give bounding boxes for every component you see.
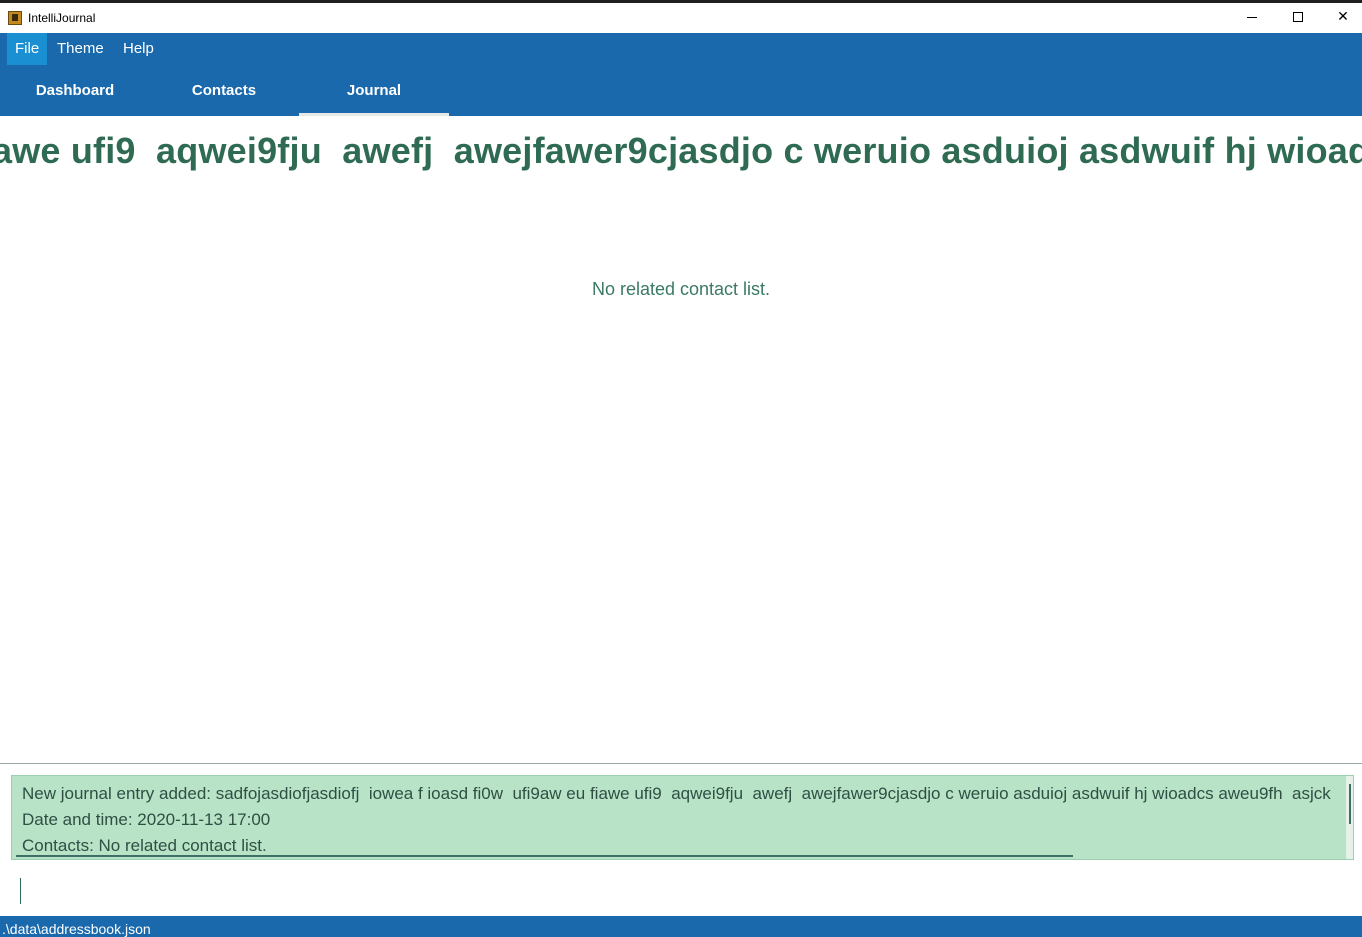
close-button[interactable]: ✕ bbox=[1320, 3, 1362, 33]
command-box[interactable] bbox=[0, 866, 1362, 916]
close-icon: ✕ bbox=[1337, 9, 1349, 25]
menu-theme[interactable]: Theme bbox=[49, 33, 112, 65]
maximize-icon bbox=[1293, 12, 1303, 22]
window-title: IntelliJournal bbox=[28, 11, 96, 25]
menu-bar: File Theme Help bbox=[0, 33, 1362, 67]
menu-help[interactable]: Help bbox=[115, 33, 162, 65]
result-line-datetime: Date and time: 2020-11-13 17:00 bbox=[22, 810, 271, 829]
tab-dashboard[interactable]: Dashboard bbox=[0, 67, 150, 116]
app-icon bbox=[8, 11, 22, 25]
menu-file[interactable]: File bbox=[7, 33, 48, 65]
result-line-entry: New journal entry added: sadfojasdiofjas… bbox=[22, 784, 1331, 803]
result-vertical-scrollbar-thumb[interactable] bbox=[1349, 784, 1351, 824]
minimize-button[interactable] bbox=[1229, 3, 1275, 33]
maximize-button[interactable] bbox=[1275, 3, 1321, 33]
no-related-contacts-label: No related contact list. bbox=[591, 279, 771, 299]
tab-journal[interactable]: Journal bbox=[299, 67, 449, 116]
result-line-contacts: Contacts: No related contact list. bbox=[22, 836, 267, 855]
journal-entry-title: awe ufi9 aqwei9fju awefj awejfawer9cjasd… bbox=[0, 130, 1362, 171]
title-bar: IntelliJournal ✕ bbox=[0, 0, 1362, 33]
result-display[interactable]: New journal entry added: sadfojasdiofjas… bbox=[11, 775, 1354, 860]
status-bar: .\data\addressbook.json bbox=[0, 916, 1362, 937]
result-horizontal-scrollbar[interactable] bbox=[16, 855, 1073, 857]
data-file-path: .\data\addressbook.json bbox=[2, 921, 151, 937]
panel-divider[interactable] bbox=[0, 763, 1362, 764]
tab-contacts[interactable]: Contacts bbox=[149, 67, 299, 116]
minimize-icon bbox=[1247, 16, 1257, 18]
journal-detail-panel: awe ufi9 aqwei9fju awefj awejfawer9cjasd… bbox=[0, 116, 1362, 763]
tab-bar: Dashboard Contacts Journal bbox=[0, 67, 1362, 116]
command-input[interactable] bbox=[14, 874, 1344, 908]
